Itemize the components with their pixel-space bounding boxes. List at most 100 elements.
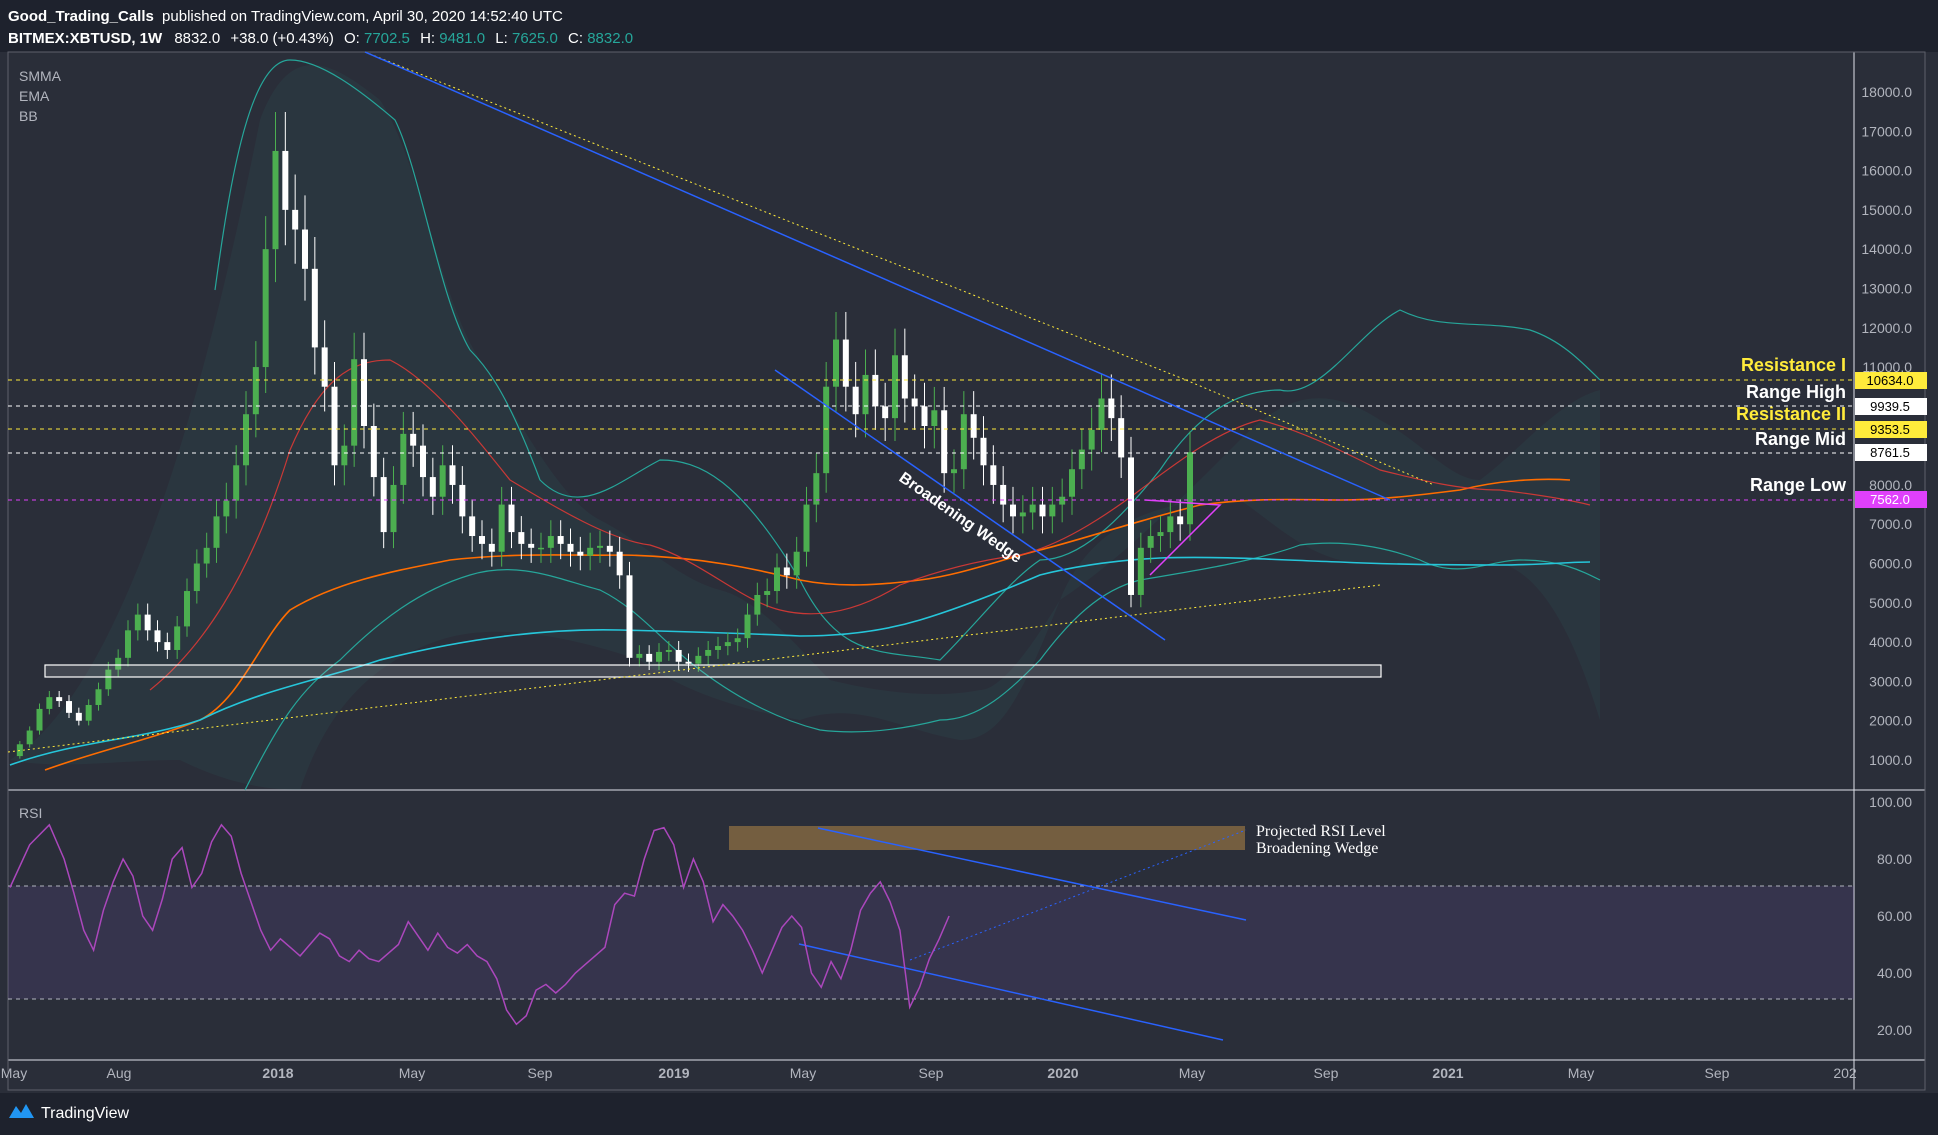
candle-body (233, 465, 240, 501)
candle-body (164, 642, 171, 650)
candle-body (528, 543, 535, 548)
candle-body (26, 730, 33, 745)
downtrend-line-yellow[interactable] (364, 51, 1187, 381)
resistance-2-tag-value: 9353.5 (1870, 422, 1910, 437)
high-label: H: (420, 30, 435, 47)
price-axis-tick: 6000.0 (1869, 556, 1912, 572)
candle-body (656, 651, 662, 662)
candle-body (734, 638, 741, 643)
candle-body (174, 626, 181, 650)
candle-body (400, 433, 407, 485)
time-axis-tick: Aug (107, 1065, 132, 1081)
candle-body (144, 614, 151, 631)
candle-body (508, 504, 515, 533)
candle-body (980, 437, 987, 466)
candle-body (1069, 469, 1075, 497)
rsi-axis-tick: 80.00 (1877, 851, 1912, 867)
svg-text:Good_Trading_Calls publish: Good_Trading_Calls published on TradingV… (8, 8, 563, 25)
candle-body (990, 465, 997, 485)
candle-body (823, 386, 830, 474)
candle-body (410, 433, 417, 446)
author-name[interactable]: Good_Trading_Calls (8, 8, 154, 25)
candle-body (557, 536, 564, 544)
footer-brand[interactable]: TradingView (41, 1105, 129, 1122)
price-axis-tick: 13000.0 (1861, 280, 1912, 296)
price-axis-tick: 2000.0 (1869, 713, 1912, 729)
candle-body (213, 516, 220, 548)
candle-body (970, 414, 977, 438)
candle-body (459, 484, 466, 517)
candle-body (911, 398, 918, 407)
candle-body (361, 359, 367, 426)
rsi-axis-tick: 20.00 (1877, 1022, 1912, 1038)
symbol-title[interactable]: BITMEX:XBTUSD, 1W (8, 30, 163, 47)
time-axis-tick: 2020 (1047, 1065, 1078, 1081)
candle-body (685, 661, 692, 664)
candle-body (665, 649, 672, 652)
candle-body (479, 536, 485, 544)
candle-body (95, 689, 102, 705)
candle-body (341, 445, 348, 466)
candle-body (1147, 536, 1154, 548)
candle-body (675, 649, 682, 662)
candle-body (36, 708, 43, 731)
candle-body (370, 426, 377, 478)
candle-body (262, 249, 269, 368)
candle-body (862, 374, 869, 415)
candle-body (744, 614, 751, 639)
candle-body (1128, 457, 1134, 595)
legend-bb[interactable]: BB (19, 108, 38, 124)
candle-body (1098, 398, 1105, 430)
candle-body (46, 697, 53, 709)
candle-body (193, 563, 200, 592)
legend-rsi[interactable]: RSI (19, 805, 42, 821)
wedge-lower-line[interactable] (774, 369, 1166, 641)
candle-body (882, 406, 889, 419)
candle-body (1108, 398, 1115, 419)
resistance-2-label: Resistance II (1736, 404, 1846, 424)
candle-body (1019, 512, 1026, 517)
time-axis-tick: Sep (919, 1065, 944, 1081)
candle-body (380, 477, 387, 533)
support-zone-box[interactable] (44, 664, 1382, 678)
candle-body (1000, 484, 1007, 505)
time-axis-tick: 2018 (262, 1065, 293, 1081)
time-axis-tick: May (399, 1065, 425, 1081)
broadening-wedge-label: Broadening Wedge (896, 469, 1025, 566)
candle-body (577, 551, 584, 556)
candle-body (941, 410, 948, 474)
candle-body (567, 543, 574, 552)
candle-body (56, 697, 63, 702)
close-value: 8832.0 (587, 30, 633, 47)
range-high-tag-value: 9939.5 (1870, 399, 1910, 414)
candle-body (321, 347, 328, 387)
candle-body (125, 630, 131, 658)
candle-body (597, 545, 603, 548)
candle-body (931, 410, 938, 426)
tradingview-logo-icon[interactable] (9, 1104, 34, 1118)
candle-body (85, 704, 92, 721)
legend-ema[interactable]: EMA (19, 88, 50, 104)
candle-body (754, 594, 761, 615)
candle-body (302, 229, 308, 269)
time-axis-ticks: May Aug 2018 May Sep 2019 May Sep 2020 May Sep 2021… (1, 1065, 1857, 1081)
candle-body (429, 477, 436, 497)
candle-body (1118, 418, 1125, 458)
candle-body (498, 504, 505, 552)
candle-body (892, 355, 898, 419)
candle-body (1049, 504, 1056, 517)
price-change: +38.0 (+0.43%) (230, 30, 333, 47)
candle-body (331, 386, 338, 466)
legend-smma[interactable]: SMMA (19, 68, 62, 84)
candle-body (705, 649, 712, 656)
candle-body (587, 547, 594, 556)
rsi-axis-tick: 60.00 (1877, 908, 1912, 924)
candle-body (420, 445, 426, 478)
candle-body (724, 642, 731, 647)
projected-rsi-zone[interactable] (729, 826, 1245, 850)
candle-body (282, 150, 289, 210)
candle-body (547, 536, 554, 548)
rsi-axis-tick: 100.00 (1869, 794, 1912, 810)
time-axis-tick: May (1, 1065, 27, 1081)
candle-body (518, 532, 525, 544)
